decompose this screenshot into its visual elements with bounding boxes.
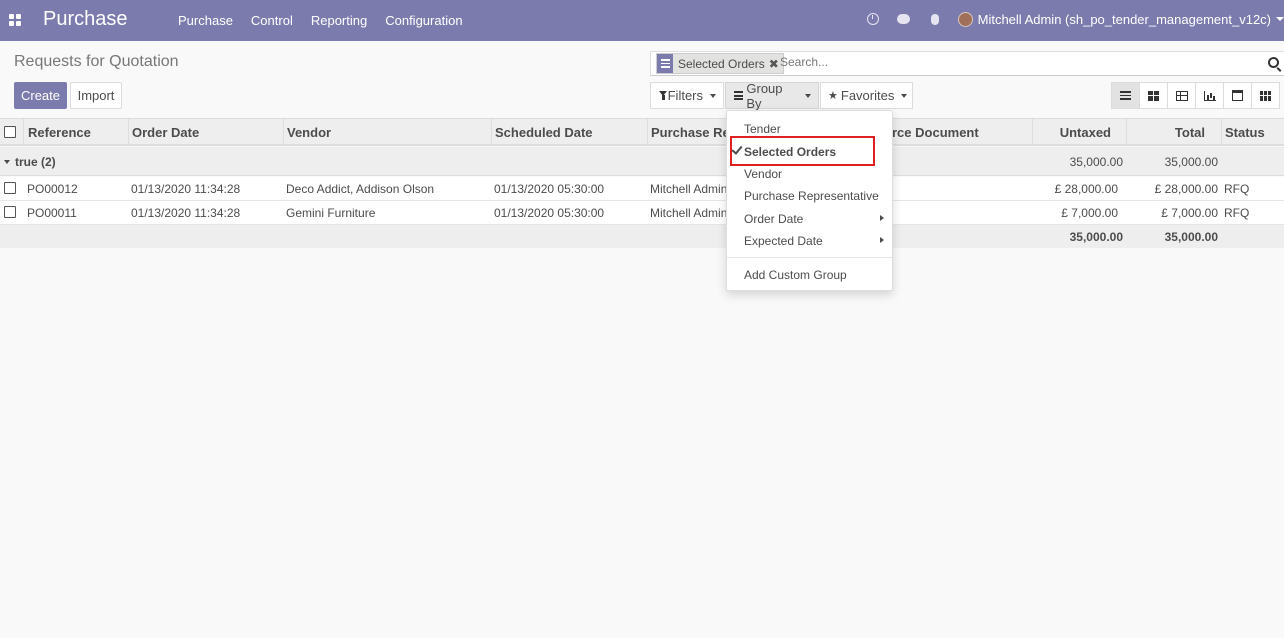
top-navbar: Purchase Purchase Control Reporting Conf… [0, 0, 1284, 41]
table-row[interactable]: PO00011 01/13/2020 11:34:28 Gemini Furni… [0, 201, 1284, 225]
row-rep: Mitchell Admin [650, 182, 728, 196]
groupby-button[interactable]: Group By [725, 80, 819, 111]
group-untaxed: 35,000.00 [1069, 155, 1123, 169]
group-caret-icon [4, 160, 10, 164]
filters-caret-icon [710, 93, 716, 98]
graph-icon [1203, 90, 1216, 101]
menu-control[interactable]: Control [251, 13, 293, 28]
filter-icon [659, 91, 667, 100]
grid-icon [1260, 90, 1271, 101]
menu-configuration[interactable]: Configuration [385, 13, 462, 28]
column-order-date[interactable]: Order Date [132, 125, 199, 140]
calendar-view-button[interactable] [1223, 82, 1252, 109]
row-order-date: 01/13/2020 11:34:28 [131, 182, 241, 196]
graph-view-button[interactable] [1195, 82, 1224, 109]
list-icon [1120, 91, 1131, 100]
search-icon[interactable] [1268, 57, 1279, 68]
group-total: 35,000.00 [1164, 155, 1218, 169]
create-button[interactable]: Create [14, 82, 67, 109]
search-input[interactable] [780, 55, 1260, 69]
column-status[interactable]: Status [1225, 125, 1265, 140]
row-scheduled-date: 01/13/2020 05:30:00 [494, 182, 605, 196]
column-total[interactable]: Total [1130, 125, 1205, 140]
app-brand: Purchase [43, 8, 128, 30]
list-view-button[interactable] [1111, 82, 1140, 109]
main-menu: Purchase Control Reporting Configuration [178, 13, 481, 28]
row-untaxed: £ 28,000.00 [1054, 182, 1118, 196]
table-header: Reference Order Date Vendor Scheduled Da… [0, 118, 1284, 146]
favorites-label: Favorites [840, 88, 895, 103]
row-checkbox[interactable] [4, 182, 16, 194]
import-button[interactable]: Import [70, 82, 122, 109]
kanban-view-button[interactable] [1139, 82, 1168, 109]
row-reference: PO00012 [27, 182, 78, 196]
star-icon: ★ [828, 90, 838, 102]
view-switcher [1111, 82, 1280, 109]
row-reference: PO00011 [27, 206, 77, 220]
row-checkbox[interactable] [4, 206, 16, 218]
footer-untaxed: 35,000.00 [1069, 230, 1123, 244]
dropdown-divider [727, 257, 892, 258]
column-source-document[interactable]: rce Document [892, 125, 979, 140]
groupby-label: Group By [746, 80, 783, 111]
column-scheduled-date[interactable]: Scheduled Date [495, 125, 593, 140]
facet-label: Selected Orders [678, 56, 765, 71]
row-status: RFQ [1224, 206, 1250, 220]
order-date-submenu-icon [880, 215, 884, 221]
list-table: Reference Order Date Vendor Scheduled Da… [0, 118, 1284, 146]
user-caret-icon[interactable] [1276, 17, 1284, 21]
menu-reporting[interactable]: Reporting [311, 13, 367, 28]
activity-clock-icon[interactable] [865, 11, 881, 27]
footer-total: 35,000.00 [1164, 230, 1218, 244]
user-avatar[interactable] [957, 11, 973, 27]
debug-bug-icon[interactable] [927, 11, 943, 27]
pivot-icon [1175, 90, 1188, 101]
row-scheduled-date: 01/13/2020 05:30:00 [494, 206, 605, 220]
expected-date-submenu-icon [880, 237, 884, 243]
row-untaxed: £ 7,000.00 [1061, 206, 1118, 220]
bars-icon [734, 91, 744, 100]
column-untaxed[interactable]: Untaxed [1036, 125, 1111, 140]
grid-view-button[interactable] [1251, 82, 1280, 109]
systray: Mitchell Admin (sh_po_tender_management_… [865, 11, 1284, 27]
column-reference[interactable]: Reference [28, 125, 91, 140]
row-status: RFQ [1224, 182, 1250, 196]
search-bar: Selected Orders ✖ [650, 51, 1284, 76]
groupby-purchase-representative[interactable]: Purchase Representative [744, 189, 879, 203]
user-menu[interactable]: Mitchell Admin (sh_po_tender_management_… [978, 12, 1271, 27]
add-custom-group[interactable]: Add Custom Group [744, 268, 847, 282]
table-row[interactable]: PO00012 01/13/2020 11:34:28 Deco Addict,… [0, 177, 1284, 201]
favorites-caret-icon [901, 93, 908, 98]
groupby-vendor[interactable]: Vendor [744, 167, 782, 181]
menu-purchase[interactable]: Purchase [178, 13, 233, 28]
groupby-caret-icon [805, 93, 811, 98]
filters-button[interactable]: Filters [650, 82, 724, 109]
groupby-order-date[interactable]: Order Date [744, 212, 803, 226]
search-facet: Selected Orders ✖ [656, 53, 784, 74]
highlight-box [730, 136, 875, 166]
column-purchase-rep[interactable]: Purchase Rep [651, 125, 738, 140]
table-footer: 35,000.00 35,000.00 [0, 225, 1284, 248]
group-label: true (2) [15, 155, 56, 169]
kanban-icon [1148, 90, 1159, 101]
row-total: £ 28,000.00 [1154, 182, 1218, 196]
select-all-checkbox[interactable] [4, 126, 16, 138]
messaging-chat-icon[interactable] [896, 11, 912, 27]
row-total: £ 7,000.00 [1161, 206, 1218, 220]
favorites-button[interactable]: ★ Favorites [820, 82, 913, 109]
pivot-view-button[interactable] [1167, 82, 1196, 109]
apps-menu-icon[interactable] [9, 14, 21, 26]
groupby-tender[interactable]: Tender [744, 122, 781, 136]
row-order-date: 01/13/2020 11:34:28 [131, 206, 241, 220]
row-rep: Mitchell Admin [650, 206, 728, 220]
column-vendor[interactable]: Vendor [287, 125, 331, 140]
filters-label: Filters [667, 88, 703, 103]
group-row[interactable]: true (2) 35,000.00 35,000.00 [0, 147, 1284, 176]
groupby-expected-date[interactable]: Expected Date [744, 234, 823, 248]
breadcrumb: Requests for Quotation [14, 53, 179, 70]
calendar-icon [1232, 90, 1243, 101]
row-vendor: Deco Addict, Addison Olson [286, 182, 435, 196]
row-vendor: Gemini Furniture [286, 206, 376, 220]
groupby-facet-icon [657, 54, 673, 73]
